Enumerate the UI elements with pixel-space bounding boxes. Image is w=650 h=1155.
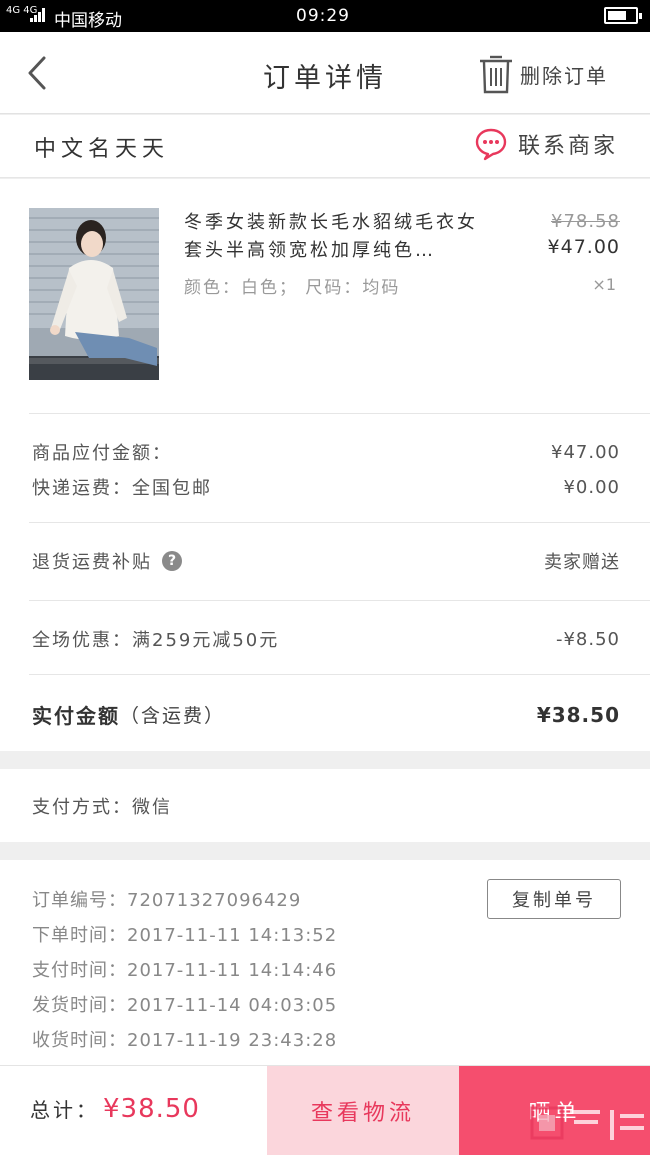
- copy-order-number-button[interactable]: 复制单号: [487, 879, 621, 919]
- delete-order-label: 删除订单: [520, 63, 608, 88]
- delete-order-button[interactable]: 删除订单: [478, 52, 608, 96]
- footer-total: 总计： ¥38.50: [30, 1094, 200, 1124]
- total-paid-value: ¥38.50: [536, 702, 620, 727]
- discount-row: 全场优惠：满259元减50元 -¥8.50: [32, 626, 620, 652]
- trash-icon: [480, 55, 512, 94]
- nav-bar: 订单详情 删除订单: [0, 32, 650, 114]
- status-bar: 4G 4G 中国移动 09:29: [0, 0, 650, 32]
- footer-total-value: ¥38.50: [103, 1094, 200, 1124]
- goods-amount-row: 商品应付金额： ¥47.00: [32, 439, 620, 465]
- order-card: 冬季女装新款长毛水貂绒毛衣女套头半高领宽松加厚纯色… 颜色：白色； 尺码：均码 …: [0, 179, 650, 751]
- carrier-name: 中国移动: [54, 11, 122, 31]
- watermark-logo-icon: [530, 1106, 644, 1140]
- original-price: ¥78.58: [551, 211, 620, 232]
- divider: [29, 522, 650, 523]
- order-created-time: 下单时间：2017-11-11 14:13:52: [32, 925, 338, 946]
- payment-method: 支付方式：微信: [32, 797, 172, 818]
- divider: [29, 413, 650, 414]
- shipping-label: 快递运费：全国包邮: [32, 478, 212, 499]
- return-shipping-row: 退货运费补贴 ? 卖家赠送: [32, 548, 620, 574]
- goods-amount-value: ¥47.00: [551, 441, 620, 463]
- view-logistics-button[interactable]: 查看物流: [267, 1066, 459, 1155]
- contact-seller-label: 联系商家: [518, 134, 619, 159]
- product-title[interactable]: 冬季女装新款长毛水貂绒毛衣女套头半高领宽松加厚纯色…: [184, 209, 484, 265]
- divider: [29, 600, 650, 601]
- footer-total-label: 总计：: [30, 1098, 99, 1122]
- goods-amount-label: 商品应付金额：: [32, 443, 172, 464]
- help-icon[interactable]: ?: [162, 551, 182, 571]
- payment-section: 支付方式：微信: [0, 769, 650, 842]
- divider: [29, 674, 650, 675]
- order-shipped-time: 发货时间：2017-11-14 04:03:05: [32, 995, 338, 1016]
- clock: 09:29: [296, 6, 350, 26]
- chat-bubble-icon: [475, 128, 507, 161]
- order-info-section: 订单编号：72071327096429 下单时间：2017-11-11 14:1…: [0, 860, 650, 1065]
- shipping-value: ¥0.00: [563, 476, 620, 498]
- shop-name: 中文名天天: [34, 137, 170, 162]
- shipping-row: 快递运费：全国包邮 ¥0.00: [32, 474, 620, 500]
- order-number: 订单编号：72071327096429: [32, 890, 302, 911]
- total-paid-sub: （含运费）: [120, 705, 226, 727]
- return-shipping-value: 卖家赠送: [544, 552, 620, 573]
- product-price: ¥47.00: [547, 236, 620, 258]
- order-received-time: 收货时间：2017-11-19 23:43:28: [32, 1030, 338, 1051]
- order-paid-time: 支付时间：2017-11-11 14:14:46: [32, 960, 338, 981]
- discount-label: 全场优惠：满259元减50元: [32, 630, 280, 651]
- product-quantity: ×1: [592, 275, 616, 294]
- product-spec: 颜色：白色； 尺码：均码: [184, 278, 401, 298]
- contact-seller-button[interactable]: 联系商家: [474, 127, 618, 161]
- battery-icon: [604, 7, 642, 24]
- product-image[interactable]: [29, 208, 159, 380]
- signal-icon: [30, 8, 46, 22]
- total-paid-label: 实付金额: [32, 704, 120, 728]
- return-shipping-label: 退货运费补贴: [32, 552, 152, 573]
- total-paid-row: 实付金额 （含运费） ¥38.50: [32, 700, 620, 729]
- discount-value: -¥8.50: [555, 628, 620, 650]
- shop-header: 中文名天天 联系商家: [0, 115, 650, 178]
